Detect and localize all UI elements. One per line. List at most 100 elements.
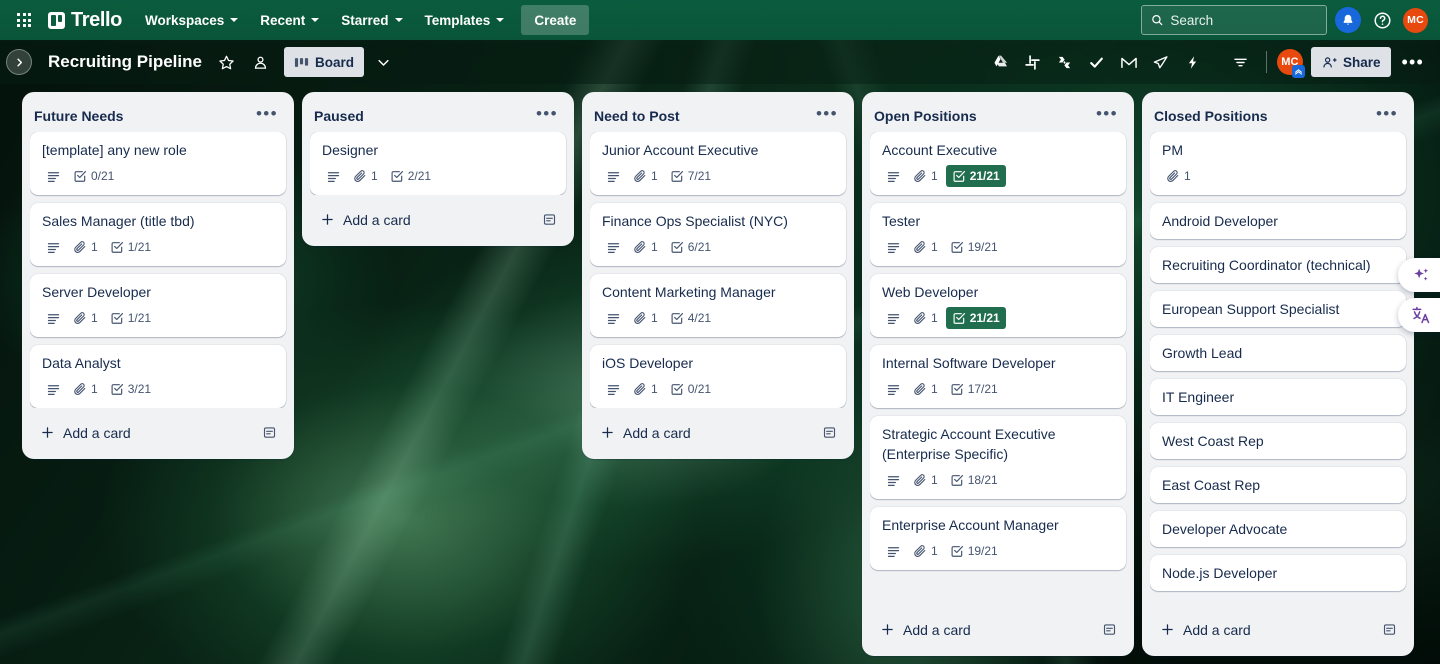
telegram-icon[interactable] (1146, 47, 1176, 77)
gmail-glyph (1121, 57, 1137, 68)
list-cards[interactable]: Designer 1 2/21 (310, 132, 570, 195)
card[interactable]: Recruiting Coordinator (technical) (1150, 247, 1406, 283)
slack-icon[interactable] (1018, 47, 1048, 77)
attachment-icon (74, 312, 86, 324)
card[interactable]: IT Engineer (1150, 379, 1406, 415)
board-view-switcher[interactable]: Board (283, 47, 364, 77)
card-template-button[interactable] (257, 420, 282, 445)
list-footer: Add a card (1150, 609, 1410, 648)
card-description-badge (602, 307, 625, 329)
user-avatar[interactable]: MC (1403, 7, 1428, 33)
translate-icon[interactable] (1398, 298, 1440, 332)
card-checklist-count: 7/21 (687, 169, 712, 183)
trello-logo[interactable]: Trello (44, 6, 132, 34)
share-button[interactable]: Share (1310, 47, 1392, 77)
nav-item-workspaces-label: Workspaces (144, 12, 225, 28)
create-button[interactable]: Create (521, 5, 590, 35)
card-badges: 1 6/21 (602, 236, 834, 258)
search-box[interactable] (1141, 5, 1327, 35)
card[interactable]: Developer Advocate (1150, 511, 1406, 547)
list-menu-ellipsis-icon[interactable]: ••• (532, 105, 562, 127)
card-template-button[interactable] (537, 207, 562, 232)
filter-icon[interactable] (1226, 47, 1256, 77)
card-template-button[interactable] (817, 420, 842, 445)
card[interactable]: Android Developer (1150, 203, 1406, 239)
list-menu-ellipsis-icon[interactable]: ••• (252, 105, 282, 127)
add-a-card-button[interactable]: Add a card (1154, 618, 1377, 642)
star-outline-icon[interactable] (212, 47, 242, 77)
board-view-chevron-down-icon[interactable] (368, 47, 398, 77)
add-a-card-button[interactable]: Add a card (314, 208, 537, 232)
card[interactable]: [template] any new role 0/21 (30, 132, 286, 195)
board-menu-ellipsis-icon[interactable]: ••• (1397, 53, 1428, 71)
board-member-avatar-wrapper[interactable]: MC (1276, 49, 1305, 78)
ai-sparkle-icon[interactable] (1398, 258, 1440, 292)
list-menu-ellipsis-icon[interactable]: ••• (1092, 105, 1122, 127)
attachment-icon (914, 312, 926, 324)
card-description-badge (602, 165, 625, 187)
card-template-button[interactable] (1097, 617, 1122, 642)
list-title[interactable]: Future Needs (34, 108, 123, 124)
list-title[interactable]: Paused (314, 108, 364, 124)
list-closed-positions: Closed Positions ••• PM 1 Android Developer R… (1142, 92, 1414, 656)
gmail-icon[interactable] (1114, 47, 1144, 77)
workspace-visible-icon[interactable] (246, 47, 276, 77)
card[interactable]: Web Developer 1 21/21 (870, 274, 1126, 337)
card[interactable]: Growth Lead (1150, 335, 1406, 371)
card-badges: 1 1/21 (42, 307, 274, 329)
list-cards[interactable]: Account Executive 1 21/21 Tester 1 19/21 Web D… (870, 132, 1130, 605)
add-a-card-button[interactable]: Add a card (874, 618, 1097, 642)
card[interactable]: Node.js Developer (1150, 555, 1406, 591)
card[interactable]: iOS Developer 1 0/21 (590, 345, 846, 408)
list-title[interactable]: Open Positions (874, 108, 977, 124)
card-badges: 1 18/21 (882, 469, 1114, 491)
list-title[interactable]: Need to Post (594, 108, 680, 124)
nav-item-starred[interactable]: Starred (332, 6, 411, 34)
card[interactable]: Enterprise Account Manager 1 19/21 (870, 507, 1126, 570)
board-title[interactable]: Recruiting Pipeline (42, 48, 208, 76)
card[interactable]: Junior Account Executive 1 7/21 (590, 132, 846, 195)
list-need-to-post: Need to Post ••• Junior Account Executive 1… (582, 92, 854, 459)
card[interactable]: Content Marketing Manager 1 4/21 (590, 274, 846, 337)
search-input[interactable] (1170, 12, 1317, 28)
grid-apps-icon[interactable] (10, 6, 38, 34)
card[interactable]: Designer 1 2/21 (310, 132, 566, 195)
card-attachment-count: 1 (91, 240, 98, 254)
card[interactable]: Sales Manager (title tbd) 1 1/21 (30, 203, 286, 266)
add-a-card-button[interactable]: Add a card (594, 421, 817, 445)
card[interactable]: Account Executive 1 21/21 (870, 132, 1126, 195)
add-a-card-button[interactable]: Add a card (34, 421, 257, 445)
filter-glyph (1234, 58, 1248, 66)
card[interactable]: Data Analyst 1 3/21 (30, 345, 286, 408)
card[interactable]: East Coast Rep (1150, 467, 1406, 503)
card[interactable]: Tester 1 19/21 (870, 203, 1126, 266)
checkmark-icon[interactable] (1082, 47, 1112, 77)
automation-bolt-icon[interactable] (1178, 47, 1208, 77)
checklist-icon (391, 170, 403, 182)
checklist-icon (951, 241, 963, 253)
card[interactable]: PM 1 (1150, 132, 1406, 195)
card[interactable]: Internal Software Developer 1 17/21 (870, 345, 1126, 408)
nav-item-recent[interactable]: Recent (251, 6, 328, 34)
list-title[interactable]: Closed Positions (1154, 108, 1268, 124)
card[interactable]: Finance Ops Specialist (NYC) 1 6/21 (590, 203, 846, 266)
card[interactable]: Server Developer 1 1/21 (30, 274, 286, 337)
nav-item-workspaces[interactable]: Workspaces (136, 6, 247, 34)
sidebar-toggle-button[interactable] (6, 49, 32, 75)
list-cards[interactable]: PM 1 Android Developer Recruiting Coordinat… (1150, 132, 1410, 605)
attachment-icon (914, 545, 926, 557)
card-template-button[interactable] (1377, 617, 1402, 642)
card-title: Strategic Account Executive (Enterprise … (882, 426, 1056, 462)
jira-icon[interactable] (1050, 47, 1080, 77)
list-cards[interactable]: [template] any new role 0/21 Sales Manager… (30, 132, 290, 408)
list-menu-ellipsis-icon[interactable]: ••• (812, 105, 842, 127)
list-menu-ellipsis-icon[interactable]: ••• (1372, 105, 1402, 127)
nav-item-templates[interactable]: Templates (416, 6, 514, 34)
card[interactable]: West Coast Rep (1150, 423, 1406, 459)
google-drive-icon[interactable] (986, 47, 1016, 77)
list-cards[interactable]: Junior Account Executive 1 7/21 Finance Ops… (590, 132, 850, 408)
help-question-icon[interactable] (1369, 7, 1395, 33)
card[interactable]: European Support Specialist (1150, 291, 1406, 327)
notification-bell-icon[interactable] (1335, 7, 1361, 33)
card[interactable]: Strategic Account Executive (Enterprise … (870, 416, 1126, 499)
